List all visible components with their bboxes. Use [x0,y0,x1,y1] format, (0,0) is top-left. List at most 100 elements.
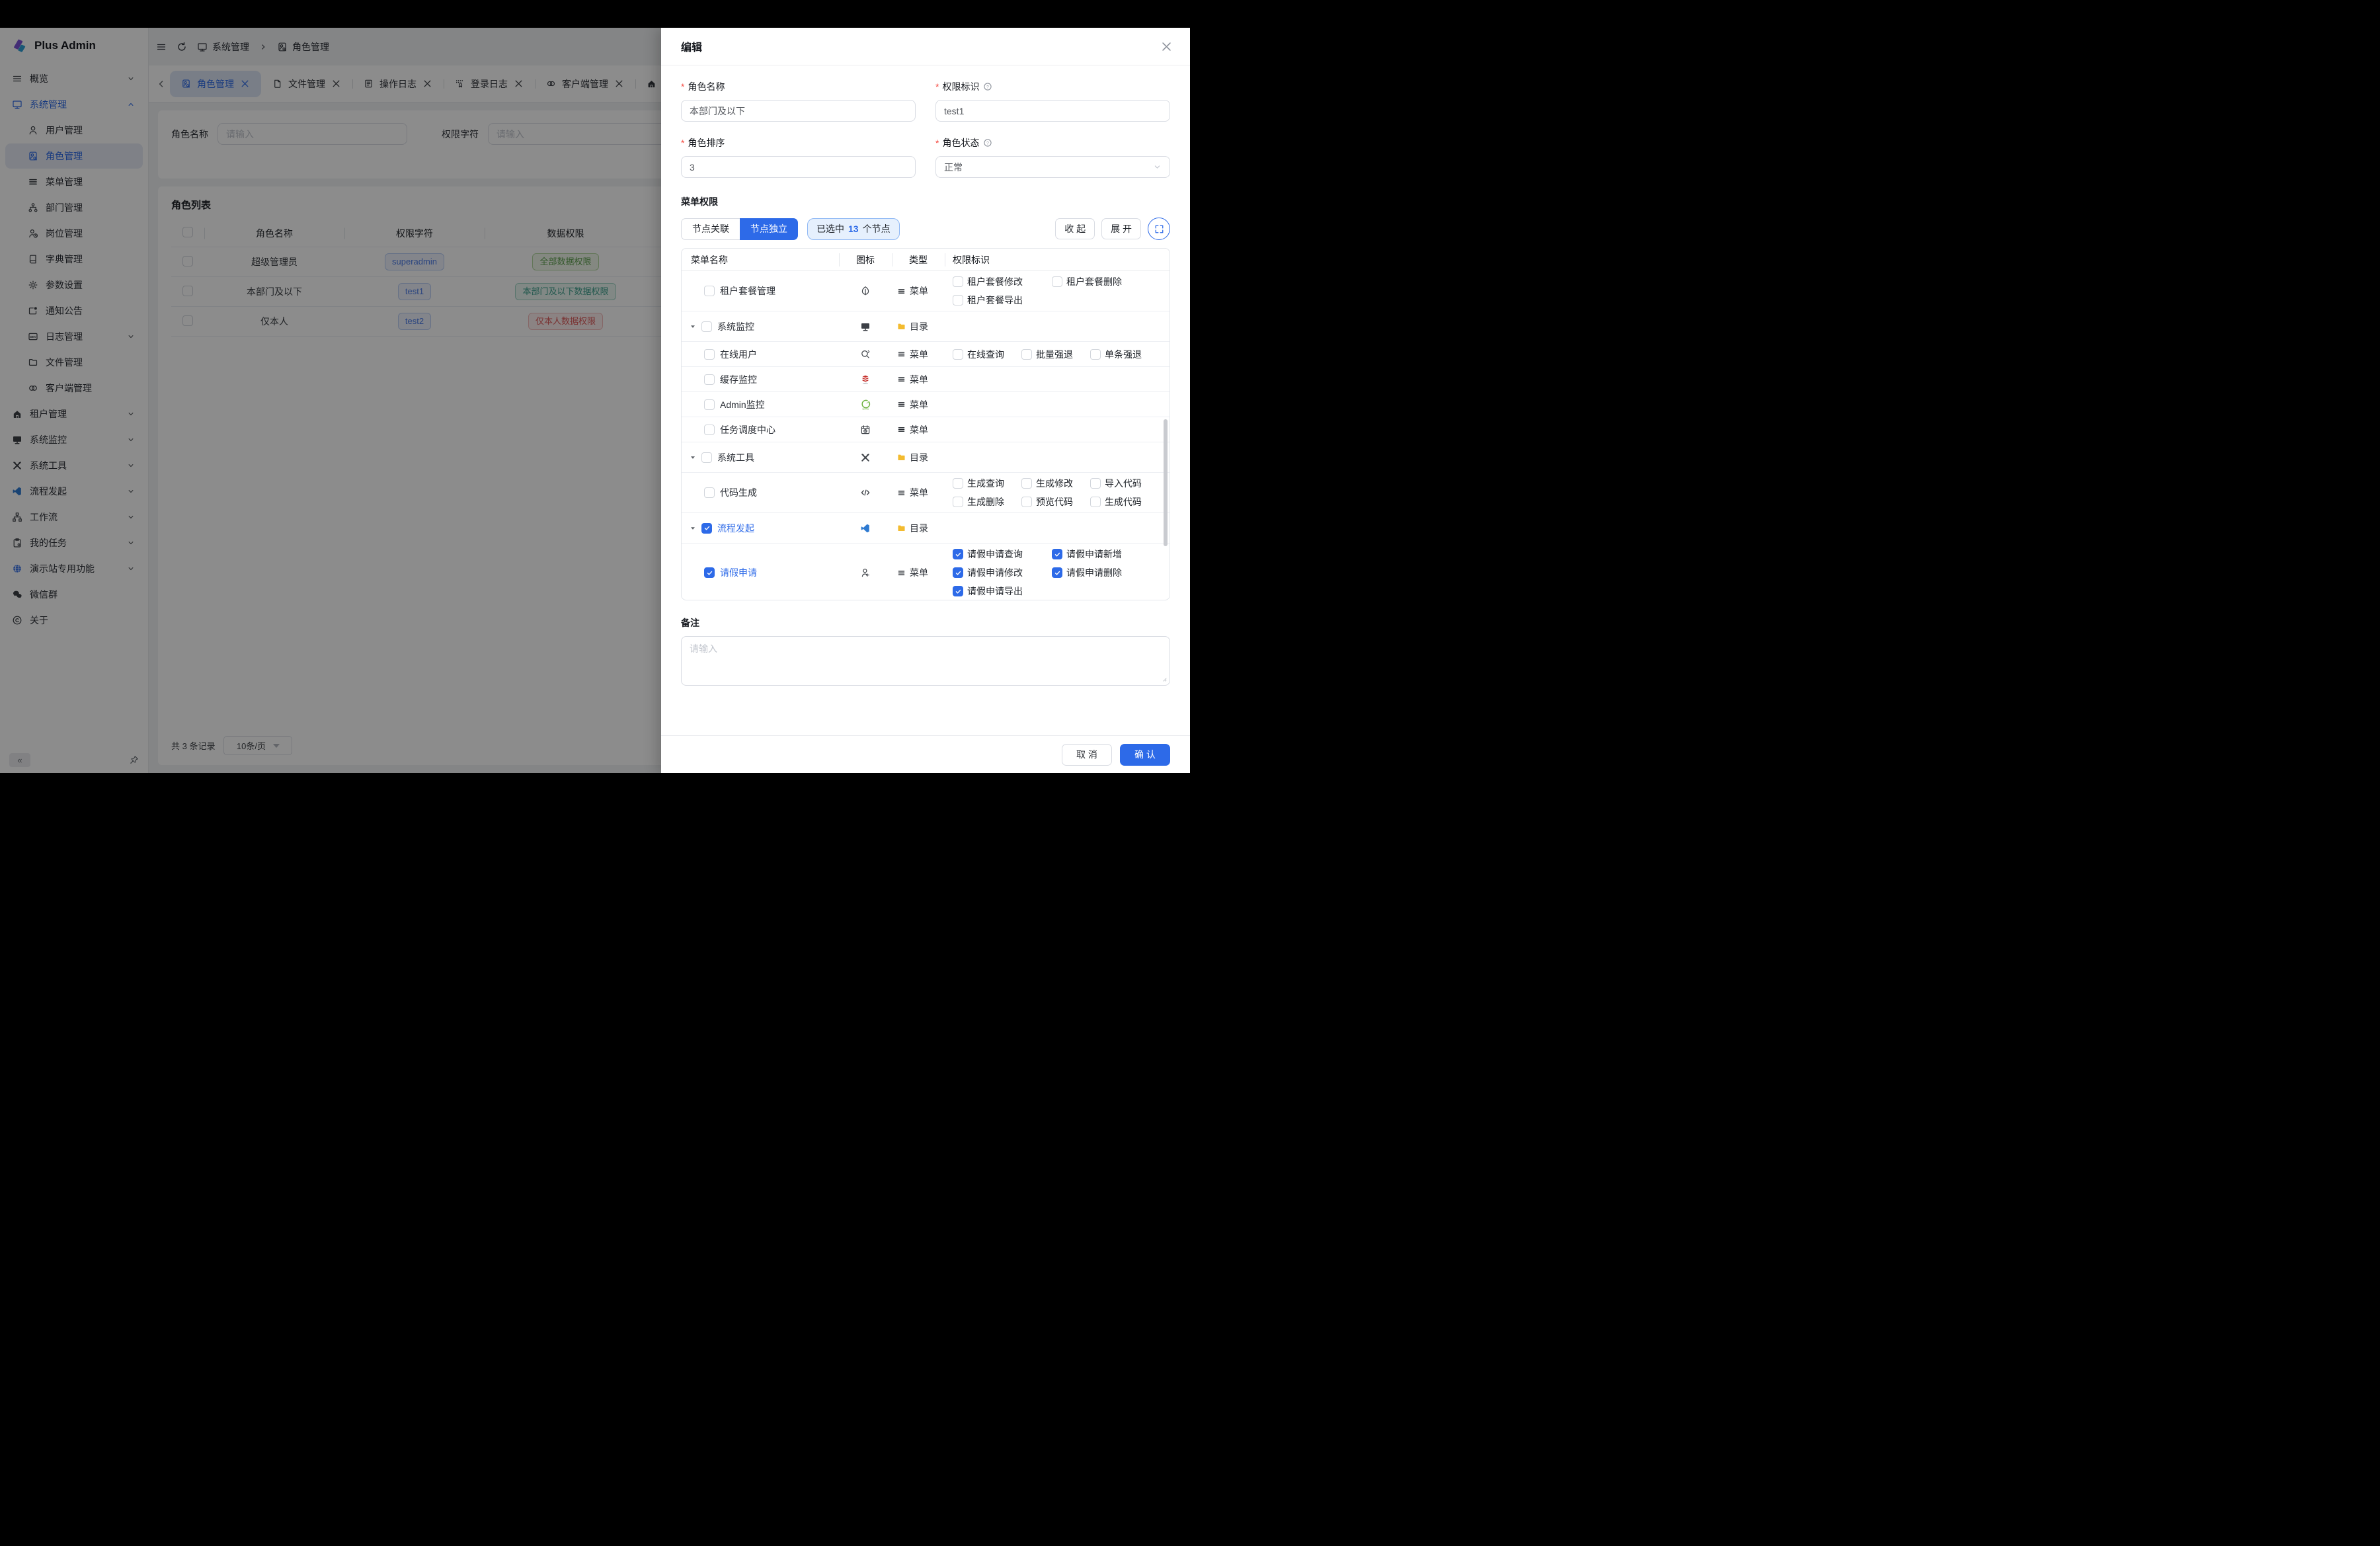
perm-checkbox-item[interactable]: 导入代码 [1090,477,1159,490]
tree-node-label: 系统监控 [717,320,754,333]
perm-checkbox[interactable] [953,497,963,507]
tree-node[interactable]: 代码生成 [682,486,839,499]
perm-checkbox-item[interactable]: 批量强退 [1021,348,1090,361]
selected-count-pill[interactable]: 已选中 13 个节点 [807,218,900,240]
perm-checkbox-item[interactable]: 预览代码 [1021,495,1090,509]
collapse-all-button[interactable]: 收 起 [1055,218,1095,239]
perm-checkbox-item[interactable]: 请假申请新增 [1052,548,1151,561]
perm-checkbox-item[interactable]: 在线查询 [953,348,1021,361]
role-status-select[interactable]: 正常 [935,156,1170,178]
tree-node[interactable]: 流程发起 [682,522,839,535]
column-header: 类型 [892,253,945,266]
tree-node[interactable]: Admin监控 [682,398,839,411]
node-type: 菜单 [897,566,928,579]
tree-node[interactable]: 缓存监控 [682,373,839,386]
redis-icon: redis [860,374,871,385]
node-checkbox[interactable] [704,349,715,360]
required-asterisk: * [935,81,939,92]
tree-node[interactable]: 请假申请 [682,566,839,579]
node-independent-button[interactable]: 节点独立 [740,218,798,240]
perm-checkbox-item[interactable]: 生成修改 [1021,477,1090,490]
perm-checkbox[interactable] [1090,478,1101,489]
perm-checkbox-item[interactable]: 租户套餐修改 [953,275,1052,288]
tree-node-label: Admin监控 [720,398,765,411]
perm-checkbox[interactable] [1052,549,1062,559]
perm-checkbox-item[interactable]: 请假申请删除 [1052,566,1151,579]
role-name-input[interactable] [681,100,916,122]
perm-checkbox[interactable] [1021,349,1032,360]
node-checkbox[interactable] [704,374,715,385]
drawer-title: 编辑 [681,38,702,54]
tree-node[interactable]: 任务调度中心 [682,423,839,436]
node-checkbox[interactable] [701,523,712,534]
close-icon[interactable] [1160,40,1173,53]
perm-label: 在线查询 [967,348,1004,361]
perm-checkbox[interactable] [953,478,963,489]
node-checkbox[interactable] [704,399,715,410]
expand-all-button[interactable]: 展 开 [1101,218,1141,239]
node-checkbox[interactable] [704,425,715,435]
perm-checkbox[interactable] [1090,349,1101,360]
tree-node[interactable]: 在线用户 [682,348,839,361]
node-checkbox[interactable] [704,286,715,296]
node-type-label: 菜单 [910,423,928,436]
node-type: 菜单 [897,423,928,436]
node-type-label: 菜单 [910,486,928,499]
tree-row: 在线用户菜单在线查询批量强退单条强退 [682,342,1170,367]
perm-label: 导入代码 [1105,477,1142,490]
perm-label: 请假申请新增 [1066,548,1122,561]
perm-checkbox-item[interactable]: 生成删除 [953,495,1021,509]
required-asterisk: * [681,138,684,148]
node-checkbox[interactable] [701,452,712,463]
perm-checkbox-item[interactable]: 生成代码 [1090,495,1159,509]
perm-checkbox[interactable] [953,295,963,305]
tree-row: Admin监控spring菜单 [682,392,1170,417]
form-item-role-status: *角色状态? 正常 [935,136,1170,178]
role-sort-input[interactable] [681,156,916,178]
perm-label: 生成代码 [1105,495,1142,509]
perm-flag-input[interactable] [935,100,1170,122]
folder-filled-icon [897,453,906,462]
confirm-button[interactable]: 确 认 [1120,744,1170,766]
node-checkbox[interactable] [704,567,715,578]
perm-checkbox-item[interactable]: 请假申请查询 [953,548,1052,561]
perm-checkbox[interactable] [953,549,963,559]
tree-row: 代码生成 菜单 生成查询生成修改 导入代码生成删除预览代码 生成代码 [682,473,1170,513]
perm-checkbox[interactable] [1021,497,1032,507]
perm-checkbox-item[interactable]: 请假申请导出 [953,585,1052,598]
perm-checkbox[interactable] [953,586,963,596]
modal-overlay[interactable] [0,28,662,773]
remark-textarea[interactable] [681,636,1170,686]
perm-checkbox-item[interactable]: 生成查询 [953,477,1021,490]
scrollbar-thumb[interactable] [1164,419,1168,546]
perm-checkbox-item[interactable]: 租户套餐删除 [1052,275,1151,288]
code-icon [860,487,871,498]
perm-checkbox[interactable] [1021,478,1032,489]
perm-checkbox[interactable] [1090,497,1101,507]
tree-node-label: 系统工具 [717,451,754,464]
tree-row: 流程发起目录 [682,513,1170,544]
resize-handle-icon[interactable] [1161,676,1168,682]
perm-checkbox-item[interactable]: 请假申请修改 [953,566,1052,579]
tree-node[interactable]: 租户套餐管理 [682,284,839,298]
perm-checkbox[interactable] [1052,567,1062,578]
edit-drawer: 编辑 *角色名称 *权限标识? *角色排序 *角色状态? 正常 [661,28,1190,773]
perm-checkbox[interactable] [1052,276,1062,287]
leaf-icon [860,286,871,296]
node-checkbox[interactable] [704,487,715,498]
tree-node[interactable]: 系统监控 [682,320,839,333]
help-icon[interactable]: ? [983,82,992,91]
perm-checkbox[interactable] [953,276,963,287]
column-header: 图标 [839,253,892,266]
help-icon[interactable]: ? [983,138,992,147]
node-linked-button[interactable]: 节点关联 [681,218,740,240]
tree-node[interactable]: 系统工具 [682,451,839,464]
node-checkbox[interactable] [701,321,712,332]
perm-checkbox[interactable] [953,349,963,360]
bars-icon [897,569,906,577]
perm-checkbox-item[interactable]: 租户套餐导出 [953,294,1052,307]
perm-checkbox[interactable] [953,567,963,578]
fullscreen-button[interactable] [1148,218,1170,240]
perm-checkbox-item[interactable]: 单条强退 [1090,348,1159,361]
cancel-button[interactable]: 取 消 [1062,744,1112,766]
